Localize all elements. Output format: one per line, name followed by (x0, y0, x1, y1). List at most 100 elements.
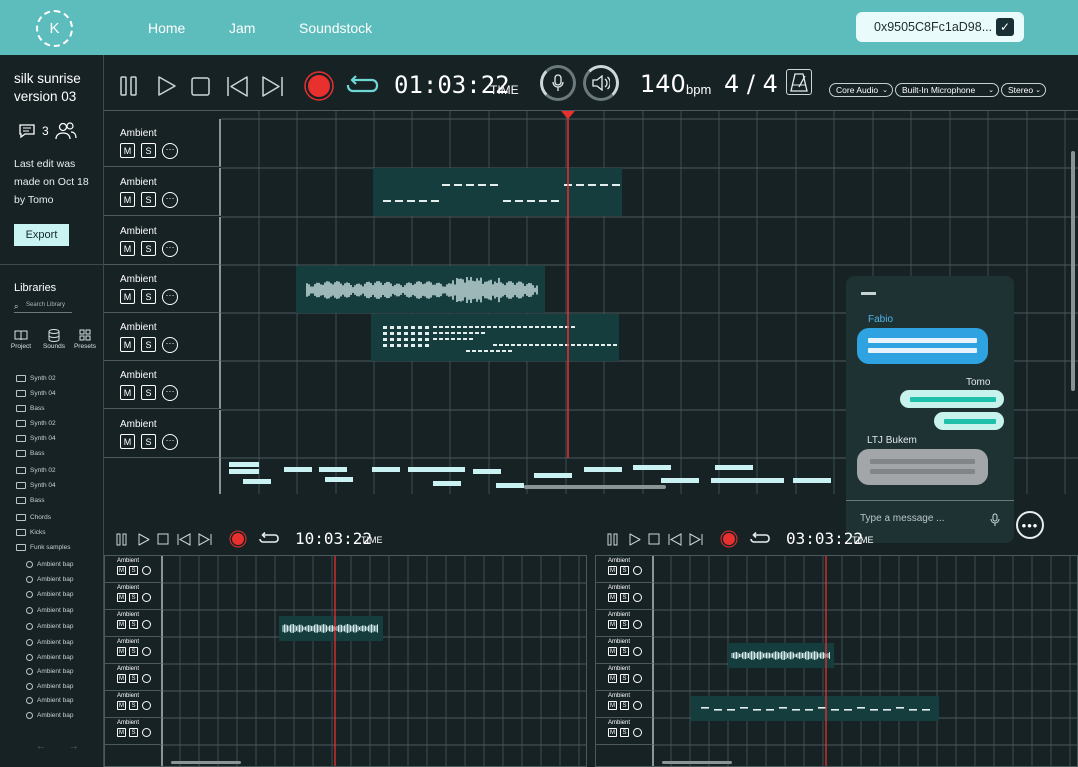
library-folder-item[interactable]: Synth 02 (16, 417, 56, 429)
audio-driver-select[interactable]: Core Audio ⌄ (829, 83, 893, 97)
library-sound-item[interactable]: Ambient bap (26, 694, 74, 706)
mute-button[interactable]: M (608, 728, 617, 737)
mute-button[interactable]: M (117, 647, 126, 656)
library-folder-item[interactable]: Synth 02 (16, 464, 56, 476)
more-options-icon[interactable]: ··· (162, 337, 178, 353)
mute-button[interactable]: M (120, 289, 135, 304)
library-sound-item[interactable]: Ambient bap (26, 558, 74, 570)
mute-button[interactable]: M (117, 728, 126, 737)
play-icon[interactable] (156, 75, 178, 97)
logo[interactable]: K (36, 10, 73, 47)
more-options-icon[interactable] (142, 674, 151, 683)
skip-back-icon[interactable] (668, 533, 682, 546)
mute-button[interactable]: M (120, 241, 135, 256)
more-options-icon[interactable]: ··· (162, 385, 178, 401)
solo-button[interactable]: S (129, 701, 138, 710)
time-signature[interactable]: 4 / 4 (724, 70, 778, 98)
record-button[interactable] (720, 530, 738, 548)
library-sound-item[interactable]: Ambient bap (26, 573, 74, 585)
mute-button[interactable]: M (608, 620, 617, 629)
skip-back-icon[interactable] (177, 533, 191, 546)
export-button[interactable]: Export (14, 224, 69, 246)
library-sound-item[interactable]: Ambient bap (26, 665, 74, 677)
stop-icon[interactable] (648, 533, 660, 546)
mute-button[interactable]: M (117, 701, 126, 710)
more-options-icon[interactable]: ··· (162, 289, 178, 305)
library-sound-item[interactable]: Ambient bap (26, 588, 74, 600)
record-button[interactable] (303, 70, 335, 102)
play-icon[interactable] (138, 533, 150, 546)
solo-button[interactable]: S (129, 593, 138, 602)
more-options-icon[interactable]: ··· (162, 434, 178, 450)
library-folder-item[interactable]: Synth 04 (16, 479, 56, 491)
more-options-icon[interactable] (142, 566, 151, 575)
more-options-icon[interactable] (633, 728, 642, 737)
library-folder-item[interactable]: Funk samples (16, 541, 70, 553)
stop-icon[interactable] (157, 533, 169, 546)
tab-sounds[interactable]: Sounds (39, 327, 69, 350)
more-options-icon[interactable] (633, 566, 642, 575)
solo-button[interactable]: S (129, 620, 138, 629)
solo-button[interactable]: S (620, 566, 629, 575)
loop-icon[interactable] (258, 532, 280, 546)
library-folder-item[interactable]: Synth 04 (16, 387, 56, 399)
more-options-icon[interactable] (142, 647, 151, 656)
library-pager[interactable]: ← → (36, 741, 89, 752)
solo-button[interactable]: S (141, 385, 156, 400)
mute-button[interactable]: M (608, 593, 617, 602)
more-options-icon[interactable] (633, 593, 642, 602)
library-sound-item[interactable]: Ambient bap (26, 636, 74, 648)
pause-icon[interactable] (119, 75, 139, 97)
more-options-icon[interactable] (142, 593, 151, 602)
tab-project[interactable]: Project (6, 327, 36, 350)
library-sound-item[interactable]: Ambient bap (26, 604, 74, 616)
mute-button[interactable]: M (117, 593, 126, 602)
more-options-icon[interactable] (142, 620, 151, 629)
mute-button[interactable]: M (120, 385, 135, 400)
pause-icon[interactable] (607, 533, 619, 546)
solo-button[interactable]: S (129, 566, 138, 575)
library-sound-item[interactable]: Ambient bap (26, 620, 74, 632)
bpm-value[interactable]: 140 (640, 70, 686, 98)
collaborators[interactable]: 3 (18, 122, 77, 140)
record-button[interactable] (229, 530, 247, 548)
mute-button[interactable]: M (117, 674, 126, 683)
library-sound-item[interactable]: Ambient bap (26, 709, 74, 721)
nav-home[interactable]: Home (148, 20, 185, 36)
minimize-icon[interactable] (861, 292, 876, 295)
mute-button[interactable]: M (120, 337, 135, 352)
pause-icon[interactable] (116, 533, 128, 546)
mute-button[interactable]: M (120, 192, 135, 207)
skip-forward-icon[interactable] (260, 76, 284, 98)
solo-button[interactable]: S (129, 647, 138, 656)
more-options-icon[interactable] (633, 647, 642, 656)
solo-button[interactable]: S (620, 620, 629, 629)
nav-soundstock[interactable]: Soundstock (299, 20, 372, 36)
wallet-button[interactable]: 0x9505C8Fc1aD98... ✓ (856, 12, 1024, 42)
mute-button[interactable]: M (117, 620, 126, 629)
mute-button[interactable]: M (120, 434, 135, 449)
library-folder-item[interactable]: Bass (16, 447, 44, 459)
mini-arrangement-grid[interactable] (163, 556, 586, 766)
skip-forward-icon[interactable] (689, 533, 703, 546)
library-sound-item[interactable]: Ambient bap (26, 651, 74, 663)
library-folder-item[interactable]: Synth 04 (16, 432, 56, 444)
speaker-button[interactable] (583, 65, 619, 101)
library-folder-item[interactable]: Chords (16, 511, 51, 523)
mute-button[interactable]: M (120, 143, 135, 158)
solo-button[interactable]: S (141, 143, 156, 158)
solo-button[interactable]: S (620, 647, 629, 656)
mute-button[interactable]: M (608, 674, 617, 683)
loop-icon[interactable] (749, 532, 771, 546)
channel-mode-select[interactable]: Stereo ⌄ (1001, 83, 1046, 97)
library-folder-item[interactable]: Bass (16, 494, 44, 506)
solo-button[interactable]: S (129, 674, 138, 683)
more-options-icon[interactable] (633, 620, 642, 629)
solo-button[interactable]: S (141, 289, 156, 304)
library-search-input[interactable]: ⌕ Search Library (14, 302, 72, 313)
more-options-icon[interactable] (633, 674, 642, 683)
solo-button[interactable]: S (620, 674, 629, 683)
solo-button[interactable]: S (141, 241, 156, 256)
library-folder-item[interactable]: Kicks (16, 526, 46, 538)
more-options-icon[interactable]: ··· (162, 192, 178, 208)
